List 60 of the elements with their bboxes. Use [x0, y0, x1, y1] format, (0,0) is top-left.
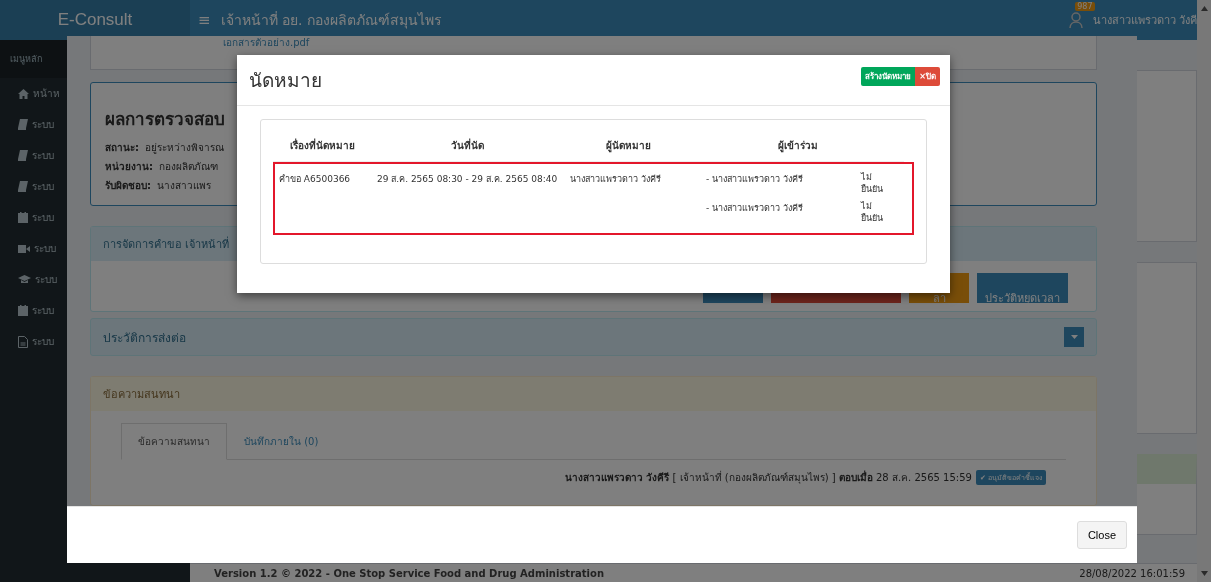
graduation-cap-icon: [18, 275, 31, 284]
menu-icon[interactable]: ≡: [198, 11, 211, 29]
app-logo[interactable]: E-Consult: [0, 0, 190, 40]
book-icon: [18, 150, 28, 161]
table-cell-text: คำขอ A6500366: [278, 173, 352, 186]
field-value: นางสาวแพร: [157, 179, 211, 193]
field-value: อยู่ระหว่างพิจารณ: [145, 141, 224, 155]
attendee-name: - นางสาวแพรวดาว วังคีรี: [706, 173, 804, 186]
expand-button[interactable]: [1064, 327, 1084, 347]
message-meta: นางสาวแพรวดาว วังคีรี [ เจ้าหน้าที่ (กองผลิตภัณฑ์สมุนไพร) ] ตอบเมื่อ 28 ส.ค. 2565 15:59: [564, 470, 972, 485]
scroll-down-icon[interactable]: [1200, 571, 1208, 576]
sidebar-item[interactable]: ระบบ: [32, 179, 54, 194]
document-icon: [18, 335, 28, 348]
sidebar-item[interactable]: ระบบ: [34, 241, 56, 256]
table-cell-text: 29 ส.ค. 2565 08:30 - 29 ส.ค. 2565 08:40: [376, 173, 559, 186]
column-header: ผู้นัดหมาย: [604, 139, 652, 153]
version-text: Version 1.2 © 2022 - One Stop Service Food and Drug Administration: [214, 567, 604, 579]
panel-title: ข้อความสนทนา: [91, 377, 1096, 411]
attendee-status: ไม่ยืนยัน: [861, 172, 884, 196]
book-icon: [18, 181, 28, 192]
action-button[interactable]: ประวัติหยุดเวลา: [977, 273, 1068, 303]
sidebar-item[interactable]: ระบบ: [35, 272, 57, 287]
calendar-icon: [18, 305, 28, 316]
attendee-name: - นางสาวแพรวดาว วังคีรี: [706, 202, 804, 216]
attendee-status: ไม่ยืนยัน: [861, 201, 884, 225]
close-button[interactable]: Close: [1076, 521, 1127, 549]
scroll-up-icon[interactable]: [1200, 6, 1208, 11]
sidebar-item[interactable]: ระบบ: [32, 148, 54, 163]
calendar-icon: [18, 212, 28, 223]
field-label: หน่วยงาน:: [105, 160, 153, 174]
page-title: เจ้าหน้าที่ อย. กองผลิตภัณฑ์สมุนไพร: [220, 10, 442, 31]
column-header: เรื่องที่นัดหมาย: [288, 138, 356, 153]
home-icon: [18, 88, 29, 99]
attachment-link[interactable]: เอกสารตัวอย่าง.pdf: [223, 37, 310, 48]
sidebar-item[interactable]: ระบบ: [32, 210, 54, 225]
sidebar-item[interactable]: ระบบ: [32, 334, 54, 349]
sidebar-item[interactable]: หน้าห: [33, 86, 60, 101]
user-name[interactable]: นางสาวแพรวดาว วังคี: [1092, 11, 1197, 29]
notification-badge: 987: [1075, 2, 1095, 11]
panel-title: ประวัติการส่งต่อ: [103, 329, 186, 347]
dialog-title: นัดหมาย: [249, 68, 322, 93]
close-button[interactable]: ×ปิด: [915, 67, 940, 86]
appointment-row[interactable]: คำขอ A6500366 29 ส.ค. 2565 08:30 - 29 ส.ค. 2565 08:40 นางสาวแพรวดาว วังคีรี - นางสาวแพรวดาว วังคีรี ไม่ยืนยัน - นางสาวแพรวดาว วังคีรี ไม่ยืนยัน: [273, 162, 914, 235]
column-header: ผู้เข้าร่วม: [777, 139, 819, 153]
book-icon: [18, 119, 28, 130]
field-value: กองผลิตภัณฑ: [159, 160, 218, 174]
create-appointment-button[interactable]: สร้างนัดหมาย: [861, 67, 916, 86]
tab[interactable]: ข้อความสนทนา: [121, 423, 227, 460]
field-label: สถานะ:: [105, 141, 139, 155]
video-camera-icon: [18, 244, 30, 253]
sidebar-item[interactable]: ระบบ: [32, 303, 54, 318]
column-header: วันที่นัด: [450, 138, 485, 153]
caret-icon: [1070, 335, 1078, 339]
result-title: ผลการตรวจสอบ: [105, 108, 226, 131]
tab[interactable]: บันทึกภายใน (0): [227, 423, 336, 460]
timestamp: 28/08/2022 16:01:59: [1079, 567, 1185, 579]
sidebar-item[interactable]: ระบบ: [32, 117, 54, 132]
field-label: รับผิดชอบ:: [105, 179, 151, 193]
user-icon[interactable]: [1068, 12, 1083, 28]
table-cell-text: นางสาวแพรวดาว วังคีรี: [569, 173, 662, 186]
